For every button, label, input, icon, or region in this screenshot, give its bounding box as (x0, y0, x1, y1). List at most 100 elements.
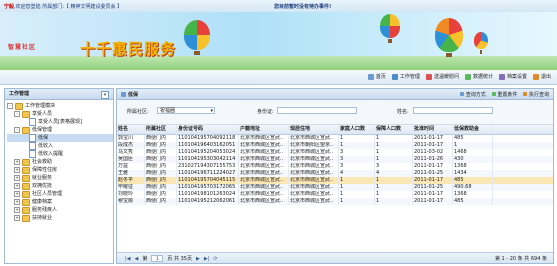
expand-icon[interactable]: + (14, 183, 20, 189)
collapse-icon[interactable]: - (14, 127, 20, 133)
tree-item[interactable]: + 社会救助 (7, 158, 113, 166)
expand-icon[interactable]: + (14, 175, 20, 181)
table-cell: 北京市朝阳区望京.. (289, 142, 339, 149)
column-header[interactable]: 现居住地 (289, 125, 339, 134)
tree-item-label: 健康档案 (32, 199, 53, 205)
table-cell: 231027194307155753 (177, 163, 239, 170)
folder-icon (22, 190, 30, 198)
tree-item[interactable]: - 享受人员 (7, 110, 113, 118)
table-cell: 万益 (117, 163, 145, 170)
column-header[interactable]: 保障人口数 (375, 125, 413, 134)
table-cell: 马文秀 (117, 149, 145, 156)
column-header[interactable]: 批准时间 (413, 125, 453, 134)
table-cell: 1 (375, 177, 413, 184)
tree-item[interactable]: + 社区人员管理 (7, 190, 113, 198)
balloon-icon (474, 32, 488, 54)
expand-icon[interactable]: + (14, 199, 20, 205)
table-row[interactable]: 刘晓玲 西便门内 110104198101263024 北京市西城区宣武.. 北京市西城… (117, 191, 553, 198)
table-cell: 1368 (453, 163, 493, 170)
collapse-icon[interactable]: « (101, 91, 109, 99)
nav-archive[interactable]: 档案设置 (498, 73, 527, 80)
last-page-icon[interactable]: ▶| (204, 256, 210, 262)
nav-stats-label: 数据统计 (472, 74, 493, 80)
panel-header: 低保 查询方式 重置条件 执行查询 (117, 89, 553, 100)
table-row[interactable]: 万益 西便门内 231027194307155753 北京市西城区宣武.. 北京市西城区… (117, 163, 553, 170)
refresh-icon[interactable]: ⟳ (213, 256, 217, 262)
table-cell: 110104195204053024 (177, 149, 239, 156)
folder-icon (22, 166, 30, 174)
expand-icon[interactable]: + (14, 167, 20, 173)
nav-exit[interactable]: 退出 (532, 73, 551, 80)
expand-icon[interactable]: + (14, 159, 20, 165)
table-cell: 2011-01-26 (413, 156, 453, 163)
name-input[interactable] (413, 107, 493, 114)
table-row[interactable]: 段成杰 西便门内 110104196403162051 北京市西城区宣武.. 北京市朝阳… (117, 142, 553, 149)
table-cell: 北京市西城区宣武.. (239, 142, 289, 149)
folder-icon (22, 158, 30, 166)
prev-page-icon[interactable]: ◀ (135, 256, 139, 262)
tree-item[interactable]: - 工作管理模块 (7, 102, 113, 110)
nav-warmth-label: 送温暖慰问 (433, 74, 459, 80)
tree-item[interactable]: + 双拥优抚 (7, 182, 113, 190)
expand-icon[interactable]: + (14, 191, 20, 197)
tree-item[interactable]: 低保 (7, 134, 113, 142)
table-cell: 4 (339, 170, 375, 177)
table-cell: 2011-01-17 (413, 142, 453, 149)
column-header[interactable]: 低保救助金 (453, 125, 493, 134)
column-header[interactable]: 姓名 (117, 125, 145, 134)
exit-icon (532, 73, 539, 80)
list-icon (121, 92, 126, 97)
column-header[interactable]: 户籍地址 (239, 125, 289, 134)
folder-icon (22, 214, 30, 222)
next-page-icon[interactable]: ▶ (196, 256, 200, 262)
tree-item-label: 享受人员[表格展现] (38, 119, 82, 125)
first-page-icon[interactable]: |◀ (125, 256, 131, 262)
pagination-bar: |◀ ◀ 第 1 页 共 35页 ▶ ▶| ⟳ 第 1 - 20 条 共 694… (117, 252, 553, 263)
page-input[interactable]: 1 (151, 255, 164, 262)
nav-home[interactable]: 首页 (367, 73, 386, 80)
notice-text[interactable]: 您目前暂时没有待办事件! (274, 3, 331, 10)
panel-title-text: 低保 (128, 92, 139, 98)
nav-work[interactable]: 工作管理 (391, 73, 420, 80)
table-row[interactable]: 毕曜征 西便门内 110104195703172065 北京市西城区宣武.. 北京市西城… (117, 184, 553, 191)
table-row[interactable]: 吴国臣 西便门内 110104195303042114 北京市西城区宣武.. 北京市西城… (117, 156, 553, 163)
expand-icon[interactable]: + (14, 207, 20, 213)
table-row[interactable]: 赵冬平 西便门内 110104195704045115 北京市西城区宣武.. 北京市西城… (117, 177, 553, 184)
table-row[interactable]: 马文秀 西便门内 110104195204053024 北京市西城区宣武.. 北京市西城… (117, 149, 553, 156)
id-label: 身份证: (257, 109, 274, 115)
tree-item[interactable]: + 保障性住房 (7, 166, 113, 174)
table-row[interactable]: 王雅 西便门内 110104196711224027 北京市西城区宣武.. 北京市西城区… (117, 170, 553, 177)
top-nav: 首页 工作管理 送温暖慰问 数据统计 档案设置 退出 (367, 73, 551, 80)
user-name: 宁毅 (4, 4, 15, 10)
filter-bar: 所属社区: 祝福圈 ▾ 身份证: 姓名: (117, 100, 553, 125)
tree-item[interactable]: - 低保管理 (7, 126, 113, 134)
tree-item[interactable]: + 就业服务 (7, 174, 113, 182)
query-mode-button[interactable]: 查询方式 (460, 91, 486, 98)
reset-button[interactable]: 重置条件 (491, 91, 517, 98)
column-header[interactable]: 所属社区 (145, 125, 177, 134)
table-cell: 1 (339, 177, 375, 184)
column-header[interactable]: 家庭人口数 (339, 125, 375, 134)
nav-stats[interactable]: 数据统计 (464, 73, 493, 80)
collapse-icon[interactable]: - (7, 103, 13, 109)
collapse-icon[interactable]: - (14, 111, 20, 117)
nav-archive-label: 档案设置 (506, 74, 527, 80)
greeting-text: ,欢迎您登陆 所属部门:【 精神文明建设委员会 】 (14, 4, 123, 10)
tree-item[interactable]: 低收入 (7, 142, 113, 150)
nav-warmth[interactable]: 送温暖慰问 (425, 73, 459, 80)
home-icon (367, 73, 374, 80)
expand-icon[interactable]: + (14, 215, 20, 221)
tree-item[interactable]: + 扶持就业 (7, 214, 113, 222)
table-row[interactable]: 穆宝顺 西便门内 110104195212062061 北京市西城区宣武.. 北京市西城… (117, 198, 553, 205)
column-header[interactable]: 身份证号码 (177, 125, 239, 134)
execute-query-button[interactable]: 执行查询 (523, 91, 549, 98)
tree-item-label: 低保管理 (32, 127, 53, 133)
tree-item[interactable]: 享受人员[表格展现] (7, 118, 113, 126)
community-select[interactable]: 祝福圈 ▾ (157, 107, 215, 114)
id-input[interactable] (277, 107, 357, 114)
folder-icon (22, 126, 30, 134)
tree-item[interactable]: + 服务残疾人 (7, 206, 113, 214)
table-row[interactable]: 郭宝川 西便门内 110104195704092118 北京市西城区宣武.. 北京市西城… (117, 135, 553, 142)
tree-item[interactable]: 低收入提醒 (7, 150, 113, 158)
tree-item[interactable]: + 健康档案 (7, 198, 113, 206)
